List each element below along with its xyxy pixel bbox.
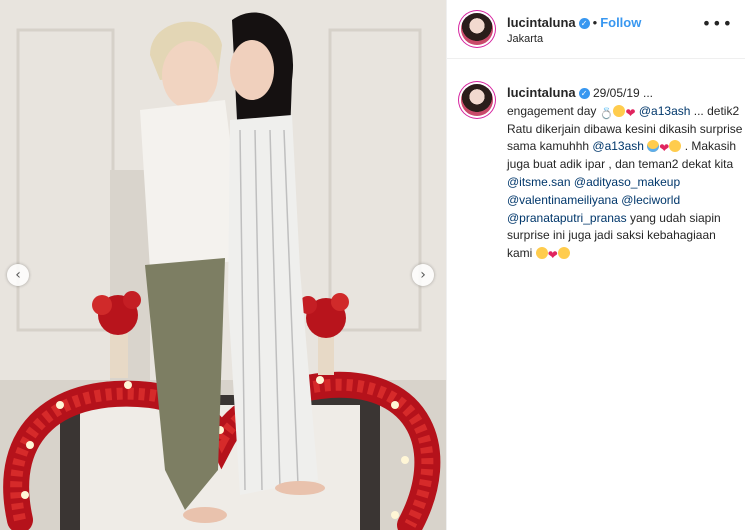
heart-emoji-icon: ❤ <box>547 248 558 263</box>
caption-segment: engagement day <box>507 103 597 118</box>
chevron-left-icon: ‹ <box>15 267 21 283</box>
header-line: lucintaluna ✓ • Follow <box>507 15 641 30</box>
caption-text: lucintaluna ✓ 29/05/19 ... engagement day… <box>507 84 743 263</box>
mention-link[interactable]: @a13ash <box>592 139 644 153</box>
mention-link[interactable]: @a13ash <box>639 104 691 118</box>
location-link[interactable]: Jakarta <box>507 33 543 45</box>
heart-emoji-icon: ❤ <box>659 141 670 156</box>
photo-illustration <box>0 0 446 530</box>
caption-username-link[interactable]: lucintaluna <box>507 85 576 100</box>
more-options-icon[interactable]: ••• <box>702 14 733 33</box>
follow-button[interactable]: Follow <box>600 15 641 30</box>
post-header: lucintaluna ✓ • Follow Jakarta ••• <box>447 0 745 59</box>
mention-link[interactable]: @itsme.san <box>507 175 571 189</box>
post-photo: ‹ › <box>0 0 446 530</box>
post-sidebar: lucintaluna ✓ • Follow Jakarta ••• lucintal… <box>446 0 745 530</box>
caption-avatar[interactable] <box>461 84 493 116</box>
previous-photo-button[interactable]: ‹ <box>7 264 29 286</box>
avatar[interactable] <box>461 13 493 45</box>
crying-face-emoji-icon <box>647 140 660 153</box>
separator-dot: • <box>592 15 598 30</box>
mention-link[interactable]: @adityaso_makeup <box>574 175 680 189</box>
ring-emoji-icon: 💍 <box>599 106 614 120</box>
verified-badge-icon: ✓ <box>578 88 590 100</box>
caption-segment: ... <box>693 103 704 118</box>
mention-link[interactable]: @valentinameiliyana <box>507 193 618 207</box>
kiss-face-emoji-icon <box>669 140 682 153</box>
smiling-face-emoji-icon <box>535 247 548 260</box>
mention-link[interactable]: @pranataputri_pranas <box>507 211 627 225</box>
verified-badge-icon: ✓ <box>578 18 590 30</box>
post-date: 29/05/19 ... <box>592 86 654 100</box>
username-link[interactable]: lucintaluna <box>507 15 576 30</box>
kiss-face-emoji-icon <box>557 247 570 260</box>
mention-link[interactable]: @leciworld <box>621 193 680 207</box>
kiss-face-emoji-icon <box>613 104 626 117</box>
heart-emoji-icon: ❤ <box>625 105 636 120</box>
next-photo-button[interactable]: › <box>412 264 434 286</box>
chevron-right-icon: › <box>420 267 426 283</box>
